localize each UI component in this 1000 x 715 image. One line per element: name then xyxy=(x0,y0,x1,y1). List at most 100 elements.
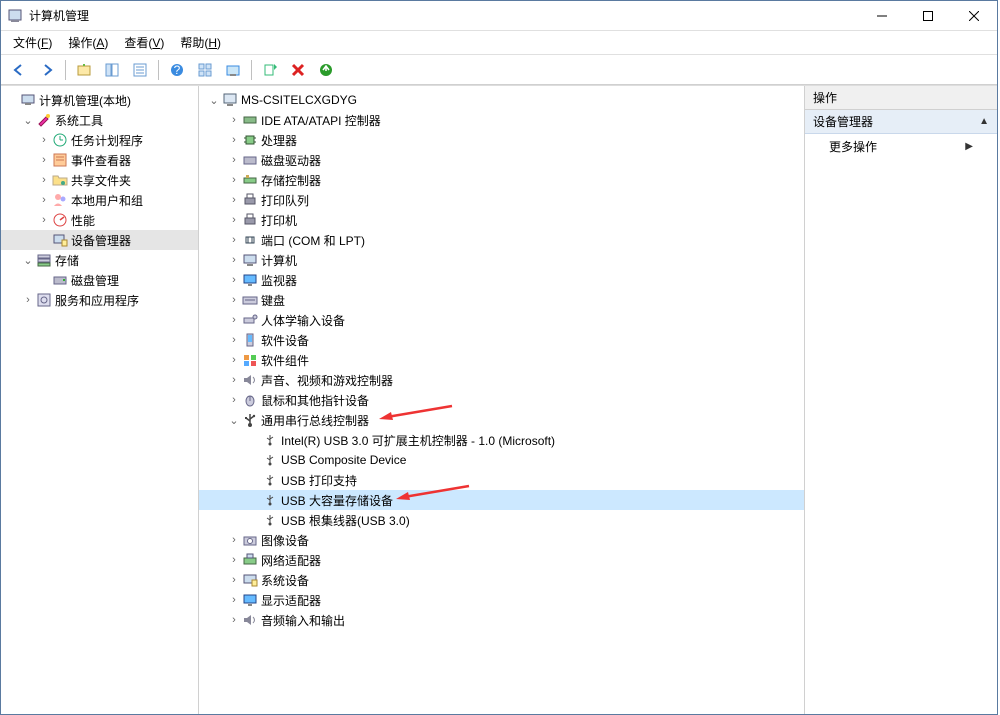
expander-icon[interactable]: › xyxy=(227,554,241,566)
expander-icon[interactable]: › xyxy=(227,334,241,346)
expander-icon[interactable]: › xyxy=(37,214,51,226)
device-display[interactable]: ›显示适配器 xyxy=(199,590,804,610)
device-disk-drive[interactable]: › 磁盘驱动器 xyxy=(199,150,804,170)
tree-storage[interactable]: ⌄存储 xyxy=(1,250,198,270)
forward-button[interactable] xyxy=(35,59,59,81)
enable-button[interactable] xyxy=(314,59,338,81)
device-sw-components[interactable]: ›软件组件 xyxy=(199,350,804,370)
tree-event-viewer[interactable]: ›事件查看器 xyxy=(1,150,198,170)
delete-button[interactable] xyxy=(286,59,310,81)
device-imaging[interactable]: ›图像设备 xyxy=(199,530,804,550)
tree-services-apps[interactable]: ›服务和应用程序 xyxy=(1,290,198,310)
expander-icon[interactable]: › xyxy=(227,194,241,206)
maximize-button[interactable] xyxy=(905,1,951,31)
expander-icon[interactable]: › xyxy=(227,294,241,306)
expander-icon[interactable]: › xyxy=(227,114,241,126)
tree-local-users[interactable]: ›本地用户和组 xyxy=(1,190,198,210)
expander-icon[interactable]: › xyxy=(37,194,51,206)
device-mouse[interactable]: ›鼠标和其他指针设备 xyxy=(199,390,804,410)
device-hid[interactable]: ›人体学输入设备 xyxy=(199,310,804,330)
actions-pane: 操作 设备管理器 ▲ 更多操作 ▶ xyxy=(805,86,997,714)
expander-icon[interactable]: ⌄ xyxy=(227,414,241,427)
tree-root[interactable]: 计算机管理(本地) xyxy=(1,90,198,110)
device-print-queue[interactable]: ›打印队列 xyxy=(199,190,804,210)
expander-icon[interactable]: › xyxy=(227,534,241,546)
device-keyboard[interactable]: ›键盘 xyxy=(199,290,804,310)
expander-icon[interactable]: ⌄ xyxy=(21,254,35,267)
collapse-icon[interactable]: ▲ xyxy=(979,116,989,127)
expander-icon[interactable]: › xyxy=(227,394,241,406)
show-hide-button[interactable] xyxy=(100,59,124,81)
device-usb-composite[interactable]: USB Composite Device xyxy=(199,450,804,470)
menu-file[interactable]: 文件(F) xyxy=(13,34,52,51)
tree-shared-folders[interactable]: ›共享文件夹 xyxy=(1,170,198,190)
tree-system-tools[interactable]: ⌄系统工具 xyxy=(1,110,198,130)
tree-task-scheduler[interactable]: ›任务计划程序 xyxy=(1,130,198,150)
device-usb-print[interactable]: USB 打印支持 xyxy=(199,470,804,490)
device-usb-controllers[interactable]: ⌄通用串行总线控制器 xyxy=(199,410,804,430)
device-root[interactable]: ⌄MS-CSITELCXGDYG xyxy=(199,90,804,110)
back-button[interactable] xyxy=(7,59,31,81)
actions-section[interactable]: 设备管理器 ▲ xyxy=(805,110,997,134)
expander-icon[interactable]: › xyxy=(37,134,51,146)
device-sw-devices[interactable]: ›软件设备 xyxy=(199,330,804,350)
help-button[interactable]: ? xyxy=(165,59,189,81)
expander-icon[interactable]: › xyxy=(227,214,241,226)
view-button[interactable] xyxy=(193,59,217,81)
node-label: 监视器 xyxy=(261,272,297,289)
device-network[interactable]: ›网络适配器 xyxy=(199,550,804,570)
keyboard-icon xyxy=(241,292,259,308)
usb-icon xyxy=(241,412,259,428)
scan-button[interactable] xyxy=(258,59,282,81)
properties-button[interactable] xyxy=(128,59,152,81)
window-title: 计算机管理 xyxy=(29,7,859,24)
separator xyxy=(158,60,159,80)
tree-performance[interactable]: ›性能 xyxy=(1,210,198,230)
device-ports[interactable]: › 端口 (COM 和 LPT) xyxy=(199,230,804,250)
device-cpu[interactable]: ›处理器 xyxy=(199,130,804,150)
close-button[interactable] xyxy=(951,1,997,31)
expander-icon[interactable]: › xyxy=(21,294,35,306)
device-monitor[interactable]: › 监视器 xyxy=(199,270,804,290)
printer-icon xyxy=(241,212,259,228)
tree-disk-mgmt[interactable]: 磁盘管理 xyxy=(1,270,198,290)
node-label: 端口 (COM 和 LPT) xyxy=(261,232,365,249)
expander-icon[interactable]: › xyxy=(227,374,241,386)
expander-icon[interactable]: › xyxy=(227,614,241,626)
show-hidden-button[interactable] xyxy=(221,59,245,81)
menu-help[interactable]: 帮助(H) xyxy=(180,34,221,51)
expander-icon[interactable]: › xyxy=(227,174,241,186)
expander-icon[interactable]: › xyxy=(227,134,241,146)
device-printer[interactable]: ›打印机 xyxy=(199,210,804,230)
expander-icon[interactable]: › xyxy=(227,154,241,166)
expander-icon[interactable]: › xyxy=(227,594,241,606)
node-label: 磁盘驱动器 xyxy=(261,152,321,169)
expander-icon[interactable]: › xyxy=(227,274,241,286)
expander-icon[interactable]: ⌄ xyxy=(21,114,35,127)
minimize-button[interactable] xyxy=(859,1,905,31)
device-ide[interactable]: ›IDE ATA/ATAPI 控制器 xyxy=(199,110,804,130)
device-sound[interactable]: ›声音、视频和游戏控制器 xyxy=(199,370,804,390)
device-system[interactable]: ›系统设备 xyxy=(199,570,804,590)
actions-more[interactable]: 更多操作 ▶ xyxy=(805,134,997,158)
expander-icon[interactable]: › xyxy=(227,574,241,586)
expander-icon[interactable]: › xyxy=(37,174,51,186)
device-audio-io[interactable]: ›音频输入和输出 xyxy=(199,610,804,630)
expander-icon[interactable]: › xyxy=(227,354,241,366)
device-usb-root-hub[interactable]: USB 根集线器(USB 3.0) xyxy=(199,510,804,530)
device-storage-ctl[interactable]: ›存储控制器 xyxy=(199,170,804,190)
menu-action[interactable]: 操作(A) xyxy=(68,34,108,51)
up-button[interactable] xyxy=(72,59,96,81)
expander-icon[interactable]: › xyxy=(227,314,241,326)
expander-icon[interactable]: › xyxy=(227,234,241,246)
device-tree[interactable]: ⌄MS-CSITELCXGDYG ›IDE ATA/ATAPI 控制器 ›处理器… xyxy=(199,86,805,714)
expander-icon[interactable]: › xyxy=(37,154,51,166)
menu-view[interactable]: 查看(V) xyxy=(124,34,164,51)
console-tree[interactable]: 计算机管理(本地) ⌄系统工具 ›任务计划程序 ›事件查看器 ›共享文件夹 ›本… xyxy=(1,86,199,714)
device-usb-intel[interactable]: Intel(R) USB 3.0 可扩展主机控制器 - 1.0 (Microso… xyxy=(199,430,804,450)
device-usb-mass-storage[interactable]: USB 大容量存储设备 xyxy=(199,490,804,510)
device-computer[interactable]: ›计算机 xyxy=(199,250,804,270)
tree-device-manager[interactable]: 设备管理器 xyxy=(1,230,198,250)
expander-icon[interactable]: ⌄ xyxy=(207,94,221,107)
expander-icon[interactable]: › xyxy=(227,254,241,266)
